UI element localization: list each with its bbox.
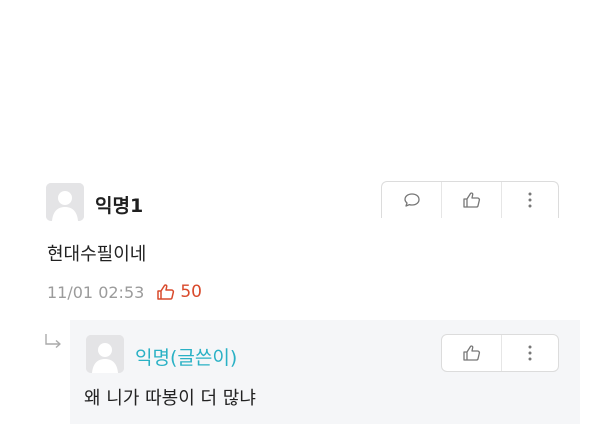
reply-author[interactable]: 익명(글쓴이) [135,343,237,370]
comment-body: 현대수필이네 [47,244,147,265]
comment-author[interactable]: 익명1 [95,191,143,218]
reply-avatar[interactable] [86,335,124,373]
more-options-button[interactable] [502,182,558,218]
default-profile-icon [86,335,124,373]
avatar[interactable] [46,183,84,221]
like-count: 50 [180,282,202,302]
comment-meta: 11/01 02:53 50 [47,282,202,302]
comment-icon [403,193,420,207]
thumbs-up-icon [462,345,480,361]
comment-timestamp: 11/01 02:53 [47,282,145,302]
reply-arrow-icon [45,334,61,349]
thumbs-up-icon [157,284,175,300]
comment-action-buttons [381,181,559,218]
more-vertical-icon [528,192,532,208]
reply-action-buttons [441,334,559,372]
more-vertical-icon [528,345,532,361]
reply: 익명(글쓴이) 왜 니가 따봉이 더 많냐 [70,320,580,424]
thumbs-up-icon [462,192,480,208]
reply-body: 왜 니가 따봉이 더 많냐 [84,388,256,409]
like-count-icon [156,283,176,301]
like-button[interactable] [442,182,502,218]
default-profile-icon [46,183,84,221]
reply-button[interactable] [382,182,442,218]
more-options-button[interactable] [502,335,558,371]
like-button[interactable] [442,335,502,371]
